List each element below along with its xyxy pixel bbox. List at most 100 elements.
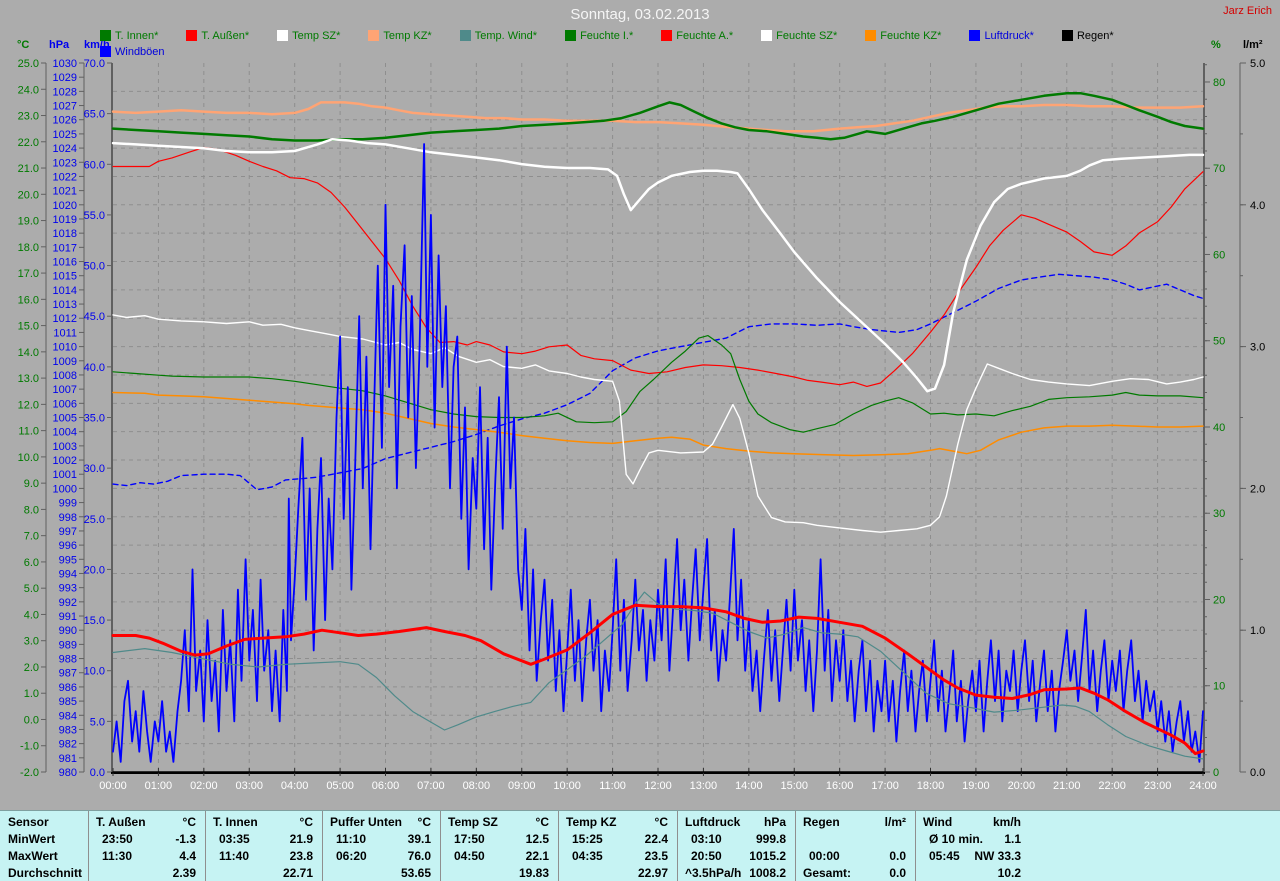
table-cell: 19.83 <box>519 865 558 881</box>
table-cell: 12.5 <box>526 831 558 848</box>
svg-text:9.0: 9.0 <box>24 478 39 490</box>
svg-text:6.0: 6.0 <box>24 557 39 569</box>
svg-text:999: 999 <box>59 498 77 510</box>
svg-text:30: 30 <box>1213 508 1225 520</box>
table-cell: NW 33.3 <box>974 848 1030 865</box>
table-row-labels: SensorMinWertMaxWertDurchschnitt <box>0 811 88 881</box>
svg-text:16:00: 16:00 <box>826 780 854 792</box>
svg-text:21.0: 21.0 <box>18 163 39 175</box>
svg-text:14:00: 14:00 <box>735 780 763 792</box>
svg-text:1017: 1017 <box>53 242 77 254</box>
svg-text:4.0: 4.0 <box>1250 200 1265 212</box>
table-cell: 22.1 <box>526 848 558 865</box>
table-cell <box>441 865 448 881</box>
svg-text:997: 997 <box>59 526 77 538</box>
table-cell: Gesamt: <box>796 865 851 881</box>
svg-text:03:00: 03:00 <box>235 780 263 792</box>
svg-text:35.0: 35.0 <box>84 413 105 425</box>
series-windboeen <box>113 144 1203 762</box>
svg-text:20: 20 <box>1213 594 1225 606</box>
svg-text:1020: 1020 <box>53 200 77 212</box>
svg-text:70: 70 <box>1213 163 1225 175</box>
svg-text:1012: 1012 <box>53 313 77 325</box>
svg-text:1014: 1014 <box>53 285 77 297</box>
table-cell: 0.0 <box>889 848 915 865</box>
svg-text:40.0: 40.0 <box>84 362 105 374</box>
svg-text:13:00: 13:00 <box>690 780 718 792</box>
table-cell: Luftdruck <box>678 814 740 831</box>
svg-text:25.0: 25.0 <box>84 514 105 526</box>
series-t-innen <box>113 93 1203 140</box>
svg-text:1002: 1002 <box>53 455 77 467</box>
svg-text:989: 989 <box>59 639 77 651</box>
svg-text:1008: 1008 <box>53 370 77 382</box>
svg-text:1026: 1026 <box>53 115 77 127</box>
svg-text:19.0: 19.0 <box>18 216 39 228</box>
table-group-puffer-unten: Puffer Unten°C11:1039.106:2076.053.65 <box>322 811 440 881</box>
table-cell: °C <box>536 814 558 831</box>
table-group-temp-sz: Temp SZ°C17:5012.504:5022.119.83 <box>440 811 558 881</box>
svg-text:1016: 1016 <box>53 257 77 269</box>
table-cell: 22.97 <box>638 865 677 881</box>
svg-text:985: 985 <box>59 696 77 708</box>
svg-text:40: 40 <box>1213 422 1225 434</box>
svg-text:50: 50 <box>1213 336 1225 348</box>
table-cell: 04:50 <box>441 848 485 865</box>
svg-text:10: 10 <box>1213 681 1225 693</box>
svg-text:22.0: 22.0 <box>18 137 39 149</box>
svg-text:1005: 1005 <box>53 413 77 425</box>
svg-text:11.0: 11.0 <box>18 426 39 438</box>
svg-text:12.0: 12.0 <box>18 399 39 411</box>
table-cell: Wind <box>916 814 952 831</box>
svg-text:20.0: 20.0 <box>84 564 105 576</box>
table-cell: 11:30 <box>89 848 132 865</box>
table-cell: 1015.2 <box>749 848 795 865</box>
table-cell: Puffer Unten <box>323 814 402 831</box>
svg-text:01:00: 01:00 <box>145 780 173 792</box>
svg-text:05:00: 05:00 <box>326 780 354 792</box>
table-cell: 22.4 <box>645 831 677 848</box>
svg-text:60.0: 60.0 <box>84 159 105 171</box>
table-cell: 00:00 <box>796 848 840 865</box>
table-cell: °C <box>300 814 322 831</box>
svg-text:2.0: 2.0 <box>24 662 39 674</box>
axis-kmh: 70.065.060.055.050.045.040.035.030.025.0… <box>84 58 112 779</box>
svg-text:23.0: 23.0 <box>18 111 39 123</box>
axis-celsius: 25.024.023.022.021.020.019.018.017.016.0… <box>18 58 46 779</box>
svg-text:09:00: 09:00 <box>508 780 536 792</box>
svg-text:08:00: 08:00 <box>463 780 491 792</box>
svg-text:1015: 1015 <box>53 271 77 283</box>
svg-text:20:00: 20:00 <box>1008 780 1036 792</box>
svg-text:1028: 1028 <box>53 86 77 98</box>
table-cell: 999.8 <box>756 831 795 848</box>
table-cell: 15:25 <box>559 831 603 848</box>
svg-text:1030: 1030 <box>53 58 77 70</box>
svg-text:18.0: 18.0 <box>18 242 39 254</box>
table-cell: T. Außen <box>89 814 146 831</box>
svg-text:06:00: 06:00 <box>372 780 400 792</box>
svg-text:22:00: 22:00 <box>1098 780 1126 792</box>
chart-plot[interactable]: 25.024.023.022.021.020.019.018.017.016.0… <box>0 0 1280 808</box>
svg-text:55.0: 55.0 <box>84 210 105 222</box>
table-cell <box>906 831 915 848</box>
svg-text:17.0: 17.0 <box>18 268 39 280</box>
svg-text:7.0: 7.0 <box>24 531 39 543</box>
table-cell: 11:40 <box>206 848 249 865</box>
svg-text:24:00: 24:00 <box>1189 780 1217 792</box>
weather-day-chart-window: Sonntag, 03.02.2013 Jarz Erich °C hPa km… <box>0 0 1280 881</box>
table-cell: ^3.5hPa/h <box>678 865 741 881</box>
svg-text:19:00: 19:00 <box>962 780 990 792</box>
svg-text:1007: 1007 <box>53 384 77 396</box>
table-cell: Ø 10 min. <box>916 831 983 848</box>
table-cell: 22.71 <box>283 865 322 881</box>
svg-text:1006: 1006 <box>53 398 77 410</box>
svg-text:1000: 1000 <box>53 483 77 495</box>
svg-text:995: 995 <box>59 554 77 566</box>
table-group-regen: Regenl/m²00:000.0Gesamt:0.0 <box>795 811 915 881</box>
table-cell: 17:50 <box>441 831 485 848</box>
table-cell <box>796 831 809 848</box>
svg-text:30.0: 30.0 <box>84 463 105 475</box>
table-group-t-aussen: T. Außen°C23:50-1.311:304.42.39 <box>88 811 205 881</box>
svg-text:24.0: 24.0 <box>18 84 39 96</box>
svg-text:992: 992 <box>59 597 77 609</box>
